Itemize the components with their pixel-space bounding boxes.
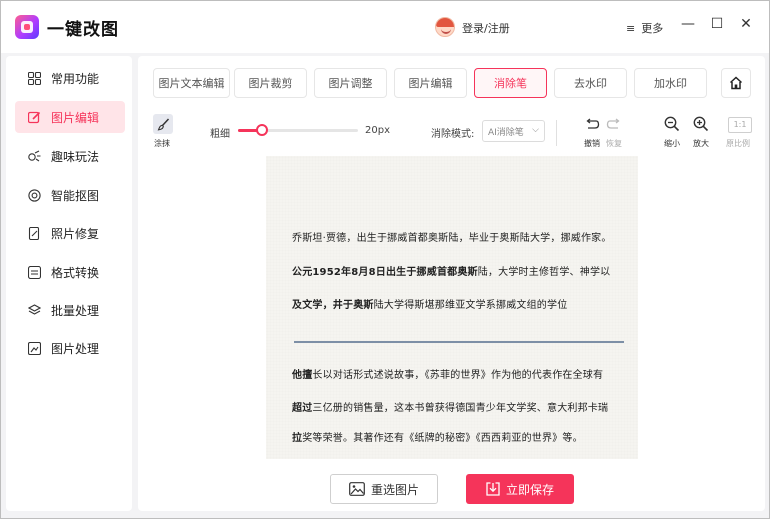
doc-line-5: 超过三亿册的销售量，这本书曾获得德国青少年文学奖、意大利邦卡瑞 (292, 399, 608, 414)
original-ratio-label: 原比例 (726, 139, 750, 148)
sidebar-item-common[interactable]: 常用功能 (15, 62, 125, 94)
app-title: 一键改图 (47, 20, 119, 40)
download-icon (486, 482, 500, 496)
app-window: 一键改图 登录/注册 ≡ 更多 — ☐ ✕ 常用功能 图片编辑 趣味玩法 智能抠… (0, 0, 770, 519)
doc-line-2-bold: 公元1952年8月8日出生于挪威首都奥斯 (292, 267, 478, 278)
maximize-button[interactable]: ☐ (709, 16, 725, 36)
close-button[interactable]: ✕ (738, 16, 754, 36)
chevron-down-icon: ⌵ (532, 125, 539, 135)
login-link[interactable]: 登录/注册 (462, 20, 510, 36)
redo-label: 恢复 (606, 139, 622, 148)
doc-line-2-rest: 陆，大学时主修哲学、神学以 (477, 267, 611, 278)
minimize-button[interactable]: — (680, 16, 696, 36)
zoom-in-button[interactable] (693, 116, 709, 132)
sidebar-item-image-process[interactable]: 图片处理 (15, 332, 125, 364)
tab-eraser[interactable]: 消除笔 (474, 68, 547, 98)
doc-line-3-bold: 及文学，井于奥斯 (292, 300, 374, 311)
thickness-slider-thumb[interactable] (256, 124, 268, 136)
edit-icon (27, 110, 41, 124)
doc-line-1: 乔斯坦·贾德，出生于挪威首都奥斯陆，毕业于奥斯陆大学，挪威作家。 (292, 233, 612, 244)
thickness-value: 20px (365, 125, 390, 136)
sidebar-item-batch[interactable]: 批量处理 (15, 294, 125, 326)
more-button[interactable]: ≡ 更多 (626, 20, 663, 36)
menu-icon: ≡ (626, 22, 636, 35)
home-icon (729, 76, 743, 90)
mode-select[interactable]: AI消除笔 ⌵ (482, 120, 545, 142)
doc-line-6: 拉奖等荣誉。其著作还有《纸牌的秘密》《西西莉亚的世界》等。 (292, 429, 583, 444)
brush-label: 涂抹 (154, 139, 170, 148)
tab-crop[interactable]: 图片裁剪 (234, 68, 307, 98)
save-button[interactable]: 立即保存 (466, 474, 574, 504)
tab-remove-watermark[interactable]: 去水印 (554, 68, 627, 98)
convert-icon (27, 265, 41, 279)
title-bar: 一键改图 登录/注册 ≡ 更多 — ☐ ✕ (1, 1, 769, 53)
tab-text-edit[interactable]: 图片文本编辑 (153, 68, 230, 98)
toolbar-divider (556, 120, 557, 146)
mode-label: 消除模式: (431, 129, 475, 140)
brush-tool-button[interactable] (153, 114, 173, 134)
redo-icon (606, 118, 620, 129)
brush-icon (157, 117, 169, 130)
doc-line-3-rest: 陆大学得斯堪那维亚文学系挪威文组的学位 (373, 300, 568, 311)
main-panel: 图片文本编辑 图片裁剪 图片调整 图片编辑 消除笔 去水印 加水印 涂抹 粗细 … (138, 56, 765, 511)
undo-label: 撤销 (584, 139, 600, 148)
image-icon (27, 341, 41, 355)
doc-line-5-rest: 三亿册的销售量，这本书曾获得德国青少年文学奖、意大利邦卡瑞 (312, 403, 609, 414)
doc-line-4: 他擅长以对话形式述说故事，《苏菲的世界》作为他的代表作在全球有 (292, 366, 603, 381)
doc-line-2: 公元1952年8月8日出生于挪威首都奥斯陆，大学时主修哲学、神学以 (292, 263, 610, 278)
doc-line-5-bold: 超过 (292, 403, 313, 414)
sidebar-item-repair[interactable]: 照片修复 (15, 217, 125, 249)
more-label: 更多 (641, 22, 664, 35)
reselect-image-button[interactable]: 重选图片 (330, 474, 438, 504)
sidebar-item-image-edit[interactable]: 图片编辑 (15, 101, 125, 133)
avatar[interactable] (435, 17, 455, 37)
undo-icon (586, 118, 600, 129)
zoom-out-icon (664, 116, 680, 132)
layers-icon (27, 303, 41, 317)
redo-button[interactable] (606, 117, 622, 133)
tab-adjust[interactable]: 图片调整 (314, 68, 387, 98)
doc-line-6-bold: 拉 (292, 433, 303, 444)
doc-line-3: 及文学，井于奥斯陆大学得斯堪那维亚文学系挪威文组的学位 (292, 296, 567, 311)
ratio-button[interactable]: 1:1 (728, 117, 752, 133)
sidebar-item-label: 图片处理 (51, 341, 100, 356)
zoom-in-icon (693, 116, 709, 132)
doc-line-4-rest: 长以对话形式述说故事，《苏菲的世界》作为他的代表作在全球有 (312, 370, 604, 381)
sidebar-item-label: 趣味玩法 (51, 149, 100, 164)
thickness-label: 粗细 (210, 129, 230, 140)
doc-line-4-bold: 他擅 (292, 370, 313, 381)
sidebar-item-label: 智能抠图 (51, 188, 100, 203)
doc-divider (294, 341, 624, 343)
fun-icon (27, 149, 41, 163)
tab-image-edit[interactable]: 图片编辑 (394, 68, 467, 98)
save-label: 立即保存 (505, 482, 554, 497)
app-logo-icon (15, 15, 39, 39)
image-icon (349, 482, 365, 496)
home-button[interactable] (721, 68, 751, 98)
tab-add-watermark[interactable]: 加水印 (634, 68, 707, 98)
reselect-label: 重选图片 (370, 482, 419, 497)
sidebar-item-label: 批量处理 (51, 303, 100, 318)
zoom-out-label: 缩小 (664, 139, 680, 148)
doc-line-6-rest: 奖等荣誉。其著作还有《纸牌的秘密》《西西莉亚的世界》等。 (302, 433, 583, 444)
image-canvas[interactable]: 乔斯坦·贾德，出生于挪威首都奥斯陆，毕业于奥斯陆大学，挪威作家。 公元1952年… (266, 156, 638, 459)
sidebar-item-label: 常用功能 (51, 71, 100, 86)
sidebar-item-label: 照片修复 (51, 226, 100, 241)
sidebar-item-fun[interactable]: 趣味玩法 (15, 140, 125, 172)
sidebar-item-label: 格式转换 (51, 265, 100, 280)
sidebar-item-label: 图片编辑 (51, 110, 100, 125)
grid-icon (27, 71, 41, 85)
zoom-in-label: 放大 (693, 139, 709, 148)
zoom-out-button[interactable] (664, 116, 680, 132)
mode-select-value: AI消除笔 (488, 127, 524, 138)
repair-icon (27, 226, 41, 240)
sidebar-item-cutout[interactable]: 智能抠图 (15, 179, 125, 211)
sidebar-item-convert[interactable]: 格式转换 (15, 256, 125, 288)
sidebar: 常用功能 图片编辑 趣味玩法 智能抠图 照片修复 格式转换 批量处理 图片处理 (6, 56, 132, 511)
undo-button[interactable] (584, 117, 600, 133)
target-icon (27, 188, 41, 202)
